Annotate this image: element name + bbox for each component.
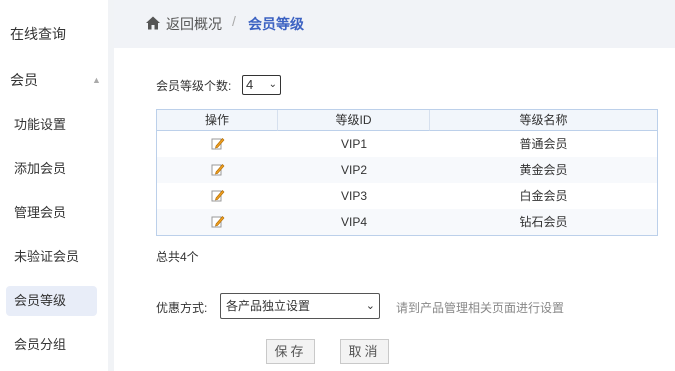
sidebar-item-manage-members[interactable]: 管理会员	[14, 198, 122, 228]
discount-hint: 请到产品管理相关页面进行设置	[396, 301, 565, 315]
column-header-action: 操作	[157, 110, 278, 131]
level-count-value: 4	[246, 77, 254, 92]
sidebar-item-member-groups[interactable]: 会员分组	[14, 330, 122, 360]
breadcrumb-separator: /	[232, 13, 236, 29]
column-header-level-id: 等级ID	[278, 110, 430, 131]
level-name-cell: 黄金会员	[519, 163, 568, 177]
member-level-table: 操作 等级ID 等级名称 VIP1 普通会员 VIP2 黄金会员 VIP3 白金…	[156, 109, 658, 236]
sidebar-item-online-query[interactable]: 在线查询	[10, 19, 118, 49]
level-id-cell: VIP2	[340, 163, 367, 177]
level-count-label: 会员等级个数:	[156, 79, 232, 93]
level-count-select[interactable]: 4 ⌄	[242, 75, 281, 95]
discount-label: 优惠方式:	[156, 301, 208, 315]
sidebar-divider	[108, 0, 114, 371]
edit-icon[interactable]	[211, 162, 225, 176]
home-icon[interactable]	[145, 15, 161, 31]
sidebar-group-label: 会员	[10, 72, 38, 88]
table-row: VIP2 黄金会员	[157, 157, 657, 183]
page-title: 会员等级	[248, 16, 304, 32]
chevron-down-icon: ⌄	[365, 300, 375, 312]
column-header-level-name: 等级名称	[430, 110, 657, 131]
sidebar-item-unverified-members[interactable]: 未验证会员	[14, 242, 122, 272]
edit-icon[interactable]	[211, 214, 225, 228]
level-id-cell: VIP4	[340, 215, 367, 229]
edit-icon[interactable]	[211, 188, 225, 202]
save-button[interactable]: 保存	[266, 339, 315, 364]
level-name-cell: 白金会员	[519, 189, 568, 203]
sidebar: 在线查询 会员 ▲ 功能设置 添加会员 管理会员 未验证会员 会员等级 会员分组	[0, 0, 108, 371]
level-name-cell: 普通会员	[519, 137, 568, 151]
discount-method-select[interactable]: 各产品独立设置 ⌄	[220, 293, 380, 319]
breadcrumb-back-link[interactable]: 返回概况	[166, 14, 222, 34]
cancel-button[interactable]: 取消	[340, 339, 389, 364]
level-name-cell: 钻石会员	[519, 215, 568, 229]
table-row: VIP4 钻石会员	[157, 209, 657, 235]
chevron-down-icon: ⌄	[268, 79, 277, 90]
sidebar-item-function-settings[interactable]: 功能设置	[14, 110, 122, 140]
sidebar-item-add-member[interactable]: 添加会员	[14, 154, 122, 184]
table-row: VIP1 普通会员	[157, 131, 657, 157]
chevron-up-icon: ▲	[92, 75, 101, 85]
discount-method-value: 各产品独立设置	[226, 299, 311, 313]
total-count: 总共4个	[156, 250, 199, 264]
table-row: VIP3 白金会员	[157, 183, 657, 209]
breadcrumb: 返回概况 / 会员等级	[114, 0, 675, 48]
edit-icon[interactable]	[211, 136, 225, 150]
sidebar-item-member-levels[interactable]: 会员等级	[6, 286, 97, 316]
sidebar-group-members[interactable]: 会员 ▲	[10, 65, 118, 95]
level-id-cell: VIP3	[340, 189, 367, 203]
level-id-cell: VIP1	[340, 137, 367, 151]
